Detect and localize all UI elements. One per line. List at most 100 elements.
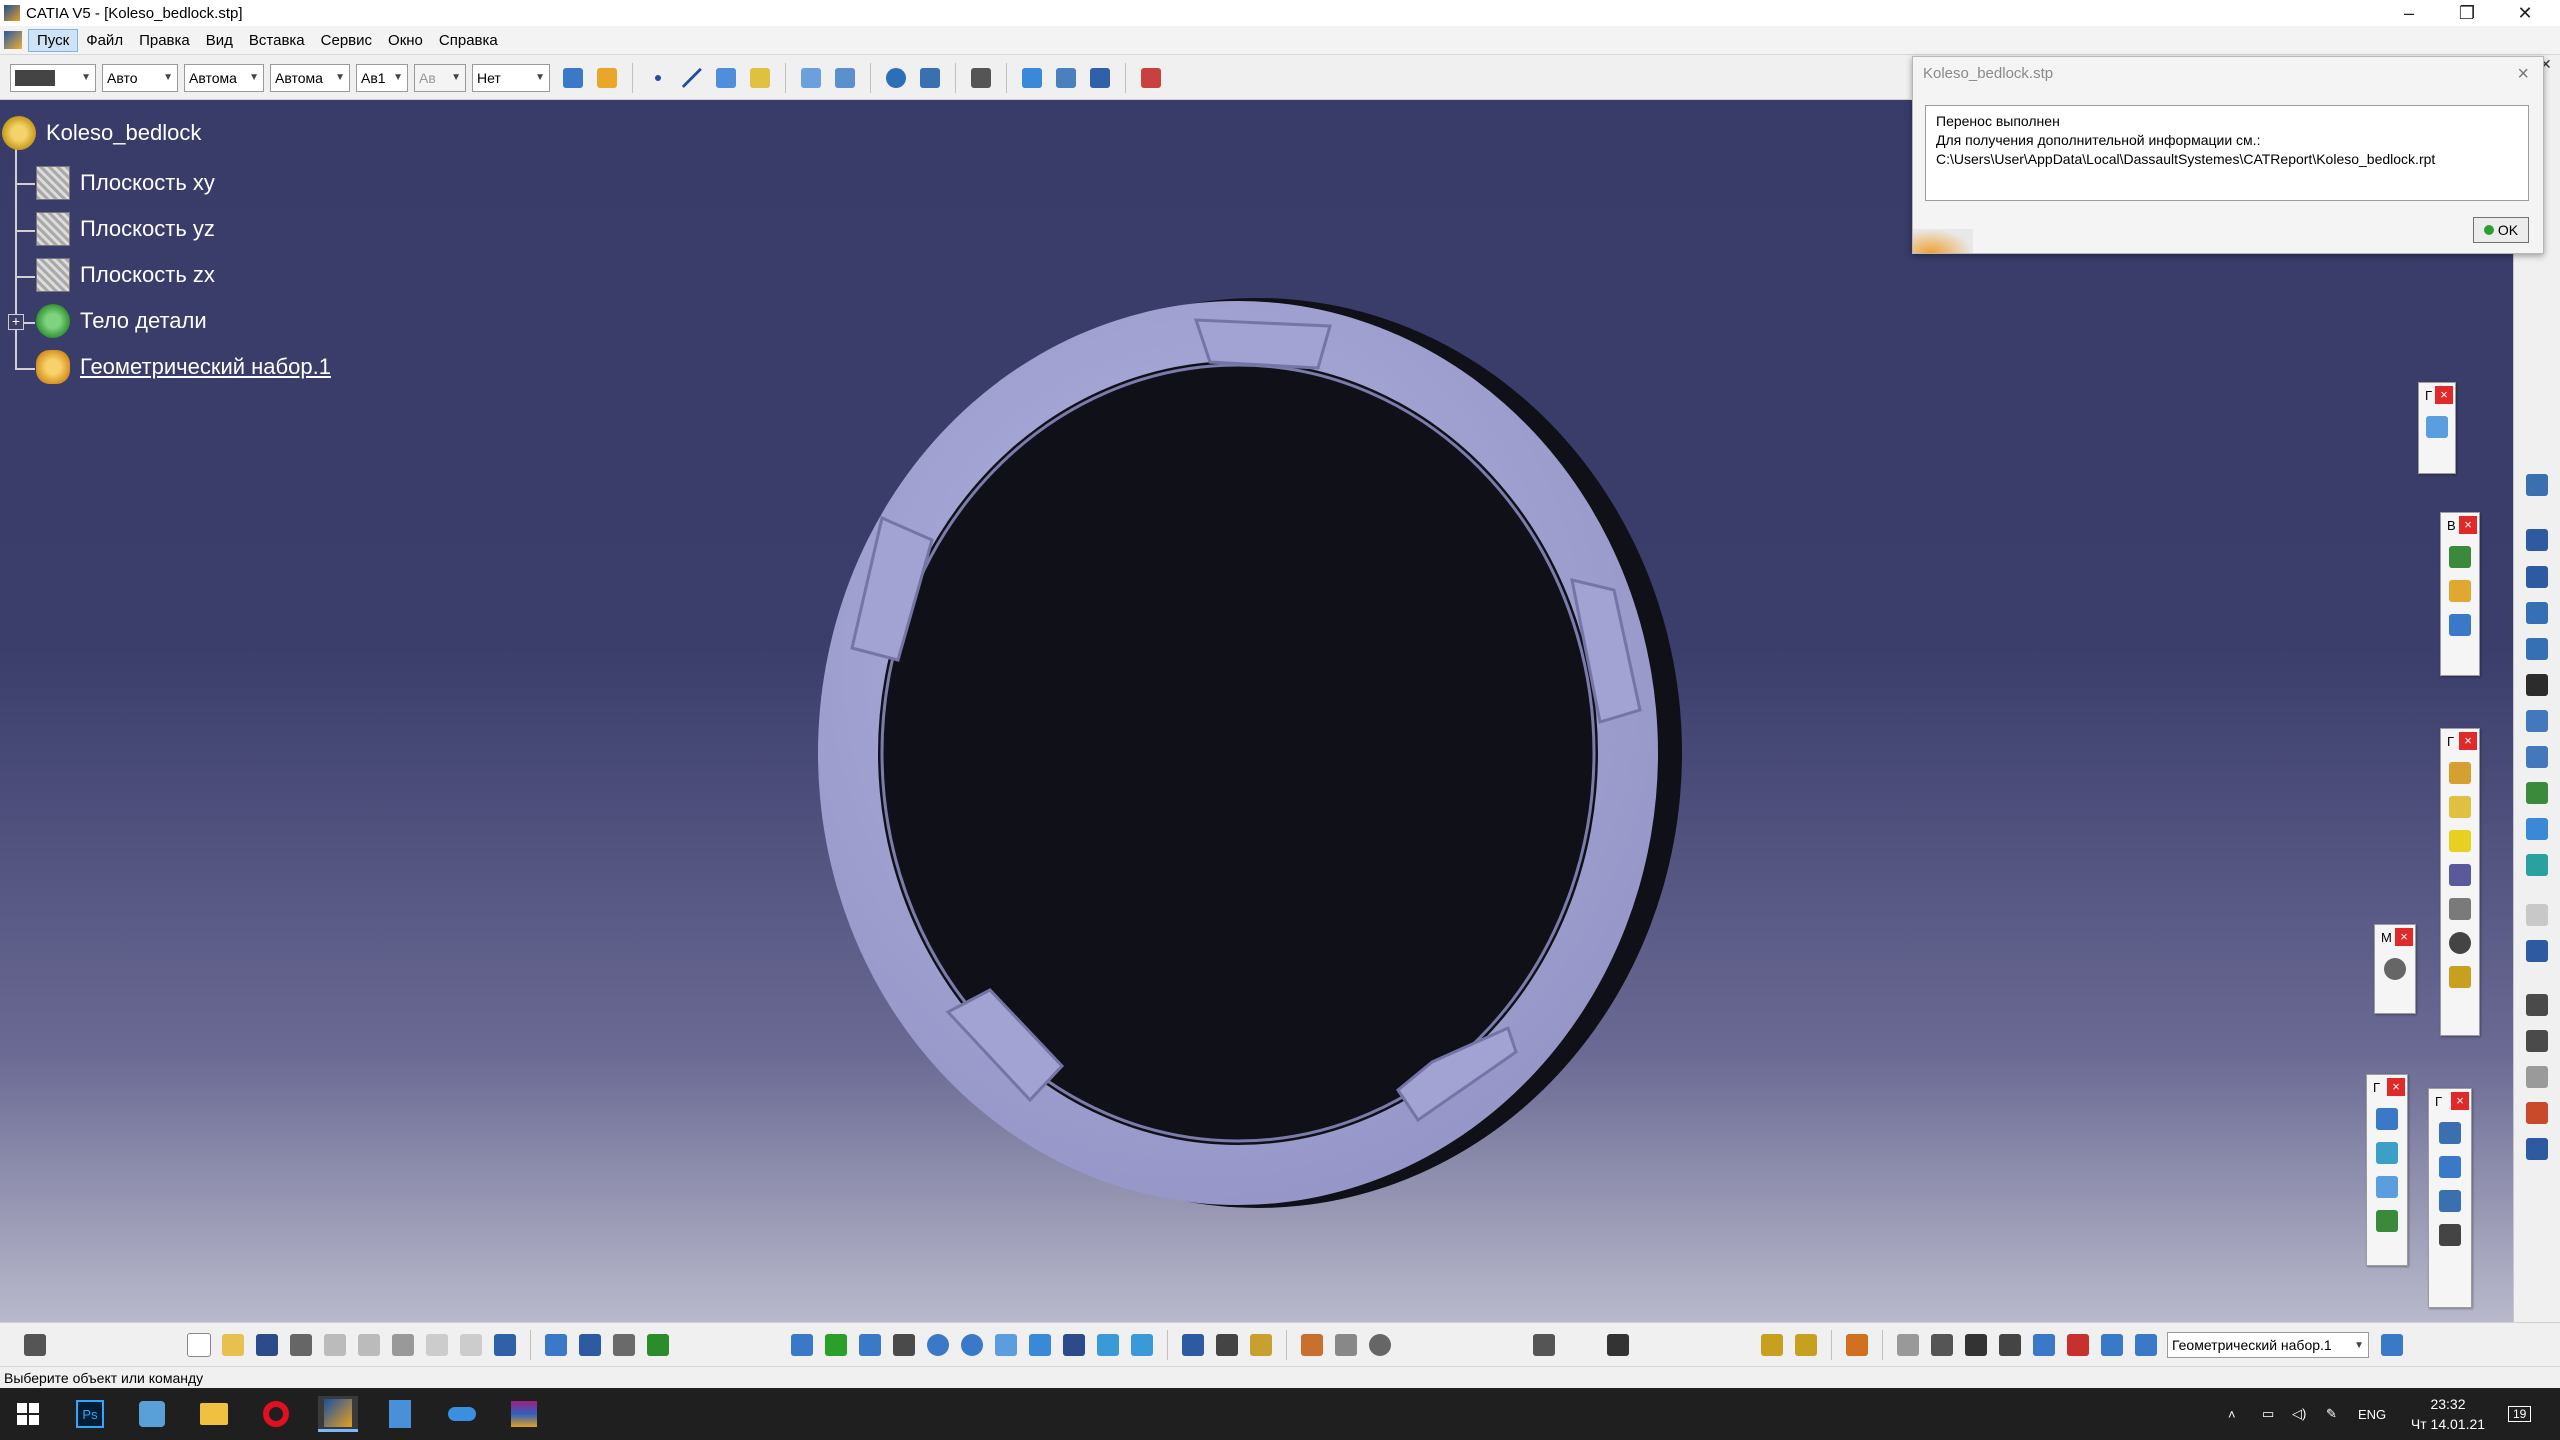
redo-icon[interactable] (456, 1330, 486, 1360)
insert-geoset-icon[interactable] (1791, 1330, 1821, 1360)
paintbrush-icon[interactable] (558, 63, 588, 93)
draft-icon[interactable] (2373, 1105, 2401, 1133)
thickness-icon[interactable] (2446, 759, 2474, 787)
constraint-icon[interactable] (2522, 1134, 2552, 1164)
rib-icon[interactable] (2522, 706, 2552, 736)
revolve-icon[interactable] (830, 63, 860, 93)
menu-window[interactable]: Окно (380, 30, 431, 51)
iso-view-icon[interactable] (1025, 1330, 1055, 1360)
menu-tools[interactable]: Сервис (313, 30, 380, 51)
close-icon[interactable]: × (2451, 1092, 2469, 1110)
whats-this-icon[interactable] (490, 1330, 520, 1360)
painter-icon[interactable] (592, 63, 622, 93)
palette-header[interactable]: Г × (2441, 729, 2479, 753)
cube-yellow-icon[interactable] (2446, 827, 2474, 855)
floating-palette[interactable]: В × (2440, 512, 2480, 676)
section-icon[interactable] (2029, 1330, 2059, 1360)
close-icon[interactable]: × (2395, 928, 2413, 946)
geometry-analysis-icon[interactable] (2063, 1330, 2093, 1360)
workbench-icon[interactable] (575, 1330, 605, 1360)
analysis-icon[interactable] (2436, 1119, 2464, 1147)
close-button[interactable]: ✕ (2496, 0, 2554, 26)
close-icon[interactable]: × (2459, 516, 2477, 534)
scale-icon[interactable] (1995, 1330, 2025, 1360)
knowledge-icon[interactable] (609, 1330, 639, 1360)
palette-header[interactable]: Г × (2419, 383, 2455, 407)
sketcher-icon[interactable] (541, 1330, 571, 1360)
opera-icon[interactable] (256, 1396, 296, 1432)
analysis-tools-icon[interactable] (1331, 1330, 1361, 1360)
box-icon[interactable] (2522, 936, 2552, 966)
color-combo[interactable]: ▼ (10, 63, 96, 92)
annotation-flag-icon[interactable] (2522, 1062, 2552, 1092)
geo-set-icon[interactable] (2446, 611, 2474, 639)
volume-icon[interactable]: ◁) (2292, 1388, 2306, 1440)
axis-icon[interactable] (1961, 1330, 1991, 1360)
point-symbol-combo[interactable]: Ав1 ▼ (356, 63, 408, 92)
floating-palette[interactable]: Г × (2366, 1074, 2408, 1266)
minimize-button[interactable]: – (2380, 0, 2438, 26)
capture-icon[interactable] (20, 1330, 50, 1360)
rotate-icon[interactable] (889, 1330, 919, 1360)
swap-icon[interactable] (1051, 63, 1081, 93)
start-windows-icon[interactable] (8, 1396, 48, 1432)
menu-view[interactable]: Вид (198, 30, 241, 51)
cube-icon[interactable] (1136, 63, 1166, 93)
zoom-target-icon[interactable] (2436, 1221, 2464, 1249)
table-icon[interactable] (915, 63, 945, 93)
reorder-icon[interactable] (1893, 1330, 1923, 1360)
stamp-icon[interactable] (2522, 1098, 2552, 1128)
menu-start[interactable]: Пуск (28, 28, 79, 52)
floating-palette[interactable]: Г × (2428, 1088, 2472, 1308)
update-gear-icon[interactable] (1365, 1330, 1395, 1360)
menu-edit[interactable]: Правка (131, 30, 198, 51)
close-icon[interactable]: × (2517, 63, 2529, 86)
swap-visible-icon[interactable] (1127, 1330, 1157, 1360)
hole-icon[interactable] (2522, 670, 2552, 700)
pocket-icon[interactable] (2522, 562, 2552, 592)
gear-icon[interactable] (2381, 955, 2409, 983)
line-thickness-combo[interactable]: Автомa ▼ (184, 63, 264, 92)
menu-file[interactable]: Файл (78, 30, 131, 51)
file-explorer-icon[interactable] (194, 1396, 234, 1432)
measure-item-icon[interactable] (1212, 1330, 1242, 1360)
floating-palette[interactable]: Г × (2418, 382, 2456, 474)
axis-system-icon[interactable] (1603, 1330, 1633, 1360)
boolean-icon[interactable] (2446, 963, 2474, 991)
solid-combine-icon[interactable] (2522, 778, 2552, 808)
sketch-tool-icon[interactable] (2522, 470, 2552, 500)
hide-show-icon[interactable] (1093, 1330, 1123, 1360)
eraser-icon[interactable] (2423, 413, 2451, 441)
paste-icon[interactable] (388, 1330, 418, 1360)
calculator-icon[interactable] (380, 1396, 420, 1432)
layers-icon[interactable] (2373, 1139, 2401, 1167)
pad-icon[interactable] (2522, 525, 2552, 555)
palette-header[interactable]: В × (2441, 513, 2479, 537)
shading-icon[interactable] (1059, 1330, 1089, 1360)
measure-between-icon[interactable] (1178, 1330, 1208, 1360)
catalog-icon[interactable] (643, 1330, 673, 1360)
pan-icon[interactable] (855, 1330, 885, 1360)
line-icon[interactable] (677, 63, 707, 93)
undo-icon[interactable] (422, 1330, 452, 1360)
shaft-icon[interactable] (2522, 598, 2552, 628)
target-icon[interactable] (2446, 929, 2474, 957)
3d-viewport[interactable]: Koleso_bedlock Плоскость xy Плоскость yz… (0, 100, 2513, 1322)
compass-icon[interactable] (1927, 1330, 1957, 1360)
ok-button[interactable]: OK (2473, 217, 2529, 243)
geoset-combo[interactable]: Геометрический набор.1 ▼ (2167, 1332, 2369, 1358)
floating-palette[interactable]: Г × (2440, 728, 2480, 1036)
text-abc-icon[interactable] (2522, 990, 2552, 1020)
cut-icon[interactable] (320, 1330, 350, 1360)
dimension-icon[interactable] (2522, 1026, 2552, 1056)
update-all-icon[interactable] (1529, 1330, 1559, 1360)
save-icon[interactable] (252, 1330, 282, 1360)
maximize-button[interactable]: ❐ (2438, 0, 2496, 26)
zoom-out-icon[interactable] (957, 1330, 987, 1360)
photoshop-icon[interactable]: Ps (70, 1396, 110, 1432)
spline-icon[interactable] (711, 63, 741, 93)
point-icon[interactable] (643, 63, 673, 93)
gear-icon[interactable] (881, 63, 911, 93)
cloud-app-icon[interactable] (442, 1396, 482, 1432)
close-icon[interactable]: × (2387, 1078, 2405, 1096)
